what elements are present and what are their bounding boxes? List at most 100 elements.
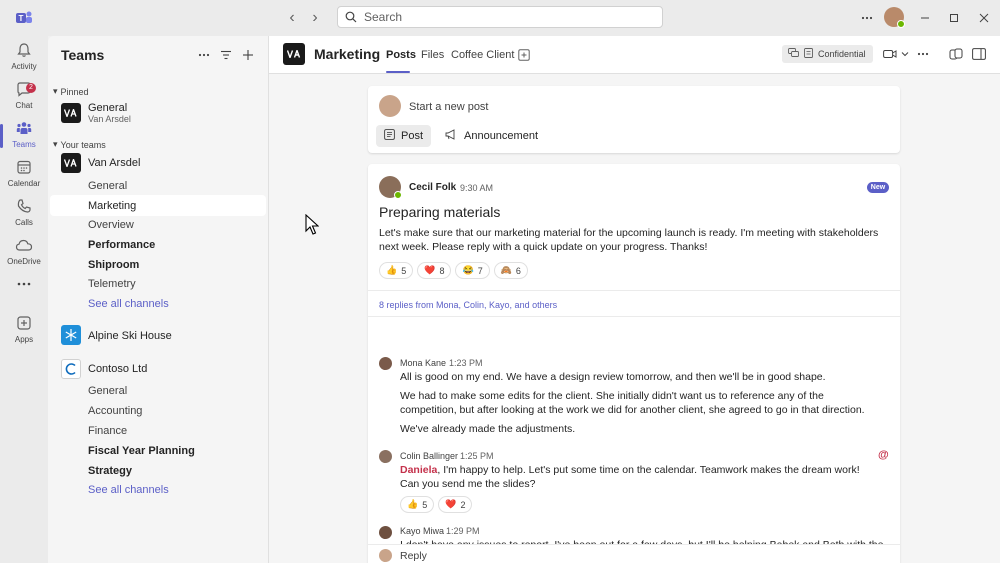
channel-general[interactable]: General xyxy=(88,180,127,192)
reply-avatar[interactable] xyxy=(379,357,392,370)
channel-overview[interactable]: Overview xyxy=(88,219,134,231)
team-van-arsdel[interactable]: Van Arsdel xyxy=(88,157,140,169)
replies-summary-link[interactable]: 8 replies from Mona, Colin, Kayo, and ot… xyxy=(379,300,557,310)
add-tab-icon[interactable] xyxy=(516,47,532,63)
pinned-channel-name[interactable]: General xyxy=(88,102,127,114)
channel-telemetry[interactable]: Telemetry xyxy=(88,278,136,290)
sensitivity-label[interactable]: Confidential xyxy=(782,45,873,63)
svg-text:T: T xyxy=(19,14,24,23)
rail-item-more[interactable] xyxy=(0,274,48,312)
van-arsdel-logo-icon xyxy=(61,103,81,123)
sensitivity-text: Confidential xyxy=(818,49,866,59)
post-body: Let's make sure that our marketing mater… xyxy=(379,227,879,253)
reply-text-content: , I'm happy to help. Let's put some time… xyxy=(400,464,860,490)
announcement-button-label: Announcement xyxy=(464,130,538,142)
reply-avatar[interactable] xyxy=(379,526,392,539)
channel-accounting[interactable]: Accounting xyxy=(88,405,142,417)
reaction-count: 6 xyxy=(515,265,521,276)
active-tab-indicator xyxy=(386,71,410,73)
cloud-icon xyxy=(14,235,34,255)
divider xyxy=(368,290,900,291)
chevron-down-icon[interactable] xyxy=(897,46,913,62)
phone-icon xyxy=(14,196,34,216)
reply-text: We've already made the adjustments. xyxy=(400,423,576,435)
back-arrow-icon[interactable]: ‹ xyxy=(283,9,301,27)
user-avatar xyxy=(379,95,401,117)
reaction-like[interactable]: 👍 5 xyxy=(379,262,414,279)
contoso-logo-icon xyxy=(61,359,81,379)
side-panel-icon[interactable] xyxy=(971,46,987,62)
reaction-like[interactable]: 👍 5 xyxy=(400,496,435,513)
forward-arrow-icon[interactable]: › xyxy=(306,9,324,27)
your-teams-section-toggle[interactable]: ▾ Your teams xyxy=(53,139,106,150)
channel-title: Marketing xyxy=(314,46,381,62)
calendar-icon xyxy=(14,157,34,177)
post-thread-card: Cecil Folk 9:30 AM New Preparing materia… xyxy=(368,164,900,563)
rail-item-activity[interactable]: Activity xyxy=(0,40,48,78)
search-box[interactable] xyxy=(337,6,663,28)
video-call-icon[interactable] xyxy=(882,46,898,62)
reply-author[interactable]: Kayo Miwa xyxy=(400,526,444,536)
rail-item-onedrive[interactable]: OneDrive xyxy=(0,235,48,273)
team-contoso-ltd[interactable]: Contoso Ltd xyxy=(88,363,147,375)
maximize-icon[interactable] xyxy=(944,8,964,28)
copilot-icon[interactable] xyxy=(948,46,964,62)
reaction-heart[interactable]: ❤️ 8 xyxy=(417,262,452,279)
app-rail: Activity 2 Chat Teams Calendar Calls One… xyxy=(0,36,48,563)
caret-down-icon: ▾ xyxy=(53,86,58,96)
tab-posts[interactable]: Posts xyxy=(386,49,416,61)
channel-marketing[interactable]: Marketing xyxy=(88,200,136,212)
reaction-count: 7 xyxy=(477,265,483,276)
reply-author[interactable]: Colin Ballinger xyxy=(400,451,458,461)
rail-item-teams[interactable]: Teams xyxy=(0,118,48,156)
team-alpine-ski-house[interactable]: Alpine Ski House xyxy=(88,330,172,342)
post-button[interactable]: Post xyxy=(376,125,432,147)
rail-item-apps[interactable]: Apps xyxy=(0,313,48,351)
tab-files[interactable]: Files xyxy=(421,49,444,61)
see-all-channels-link[interactable]: See all channels xyxy=(88,484,169,496)
reaction-laugh[interactable]: 😂 7 xyxy=(455,262,490,279)
channel-strategy[interactable]: Strategy xyxy=(88,465,132,477)
pinned-section-toggle[interactable]: ▾ Pinned xyxy=(53,86,89,97)
add-icon[interactable] xyxy=(240,47,256,63)
post-reactions: 👍 5 ❤️ 8 😂 7 🙈 6 xyxy=(379,262,528,279)
snowflake-icon xyxy=(61,325,81,345)
announcement-button[interactable]: Announcement xyxy=(437,125,546,147)
new-badge: New xyxy=(867,182,889,193)
teams-logo-icon[interactable]: T xyxy=(15,9,33,27)
post-author[interactable]: Cecil Folk xyxy=(409,182,456,193)
post-time: 9:30 AM xyxy=(460,183,494,193)
reply-avatar[interactable] xyxy=(379,450,392,463)
monkey-icon: 🙈 xyxy=(500,265,512,275)
minimize-icon[interactable] xyxy=(915,8,935,28)
van-arsdel-logo-icon xyxy=(283,43,305,65)
channel-shiproom[interactable]: Shiproom xyxy=(88,259,139,271)
reply-text: Daniela, I'm happy to help. Let's put so… xyxy=(400,463,880,491)
reply-button[interactable]: Reply xyxy=(400,550,427,562)
channel-general[interactable]: General xyxy=(88,385,127,397)
mention-name[interactable]: Daniela xyxy=(400,464,437,476)
bell-icon xyxy=(14,40,34,60)
rail-item-calendar[interactable]: Calendar xyxy=(0,157,48,195)
channel-fiscal-year-planning[interactable]: Fiscal Year Planning xyxy=(88,445,195,457)
more-options-icon[interactable] xyxy=(196,47,212,63)
search-input[interactable] xyxy=(364,10,654,24)
tab-coffee-client[interactable]: Coffee Client xyxy=(451,49,514,61)
channel-performance[interactable]: Performance xyxy=(88,239,155,251)
more-options-icon[interactable] xyxy=(915,46,931,62)
rail-item-chat[interactable]: 2 Chat xyxy=(0,79,48,117)
reaction-heart[interactable]: ❤️ 2 xyxy=(438,496,473,513)
reply-time: 1:23 PM xyxy=(449,358,483,368)
rail-item-calls[interactable]: Calls xyxy=(0,196,48,234)
see-all-channels-link[interactable]: See all channels xyxy=(88,298,169,310)
channel-finance[interactable]: Finance xyxy=(88,425,127,437)
close-icon[interactable] xyxy=(974,8,994,28)
apps-icon xyxy=(14,313,34,333)
filter-icon[interactable] xyxy=(218,47,234,63)
more-options-icon[interactable] xyxy=(857,8,877,28)
reaction-see-no-evil[interactable]: 🙈 6 xyxy=(493,262,528,279)
reply-text: All is good on my end. We have a design … xyxy=(400,371,826,383)
reply-author[interactable]: Mona Kane xyxy=(400,358,446,368)
search-icon xyxy=(338,11,364,23)
start-new-post-prompt[interactable]: Start a new post xyxy=(409,101,489,113)
